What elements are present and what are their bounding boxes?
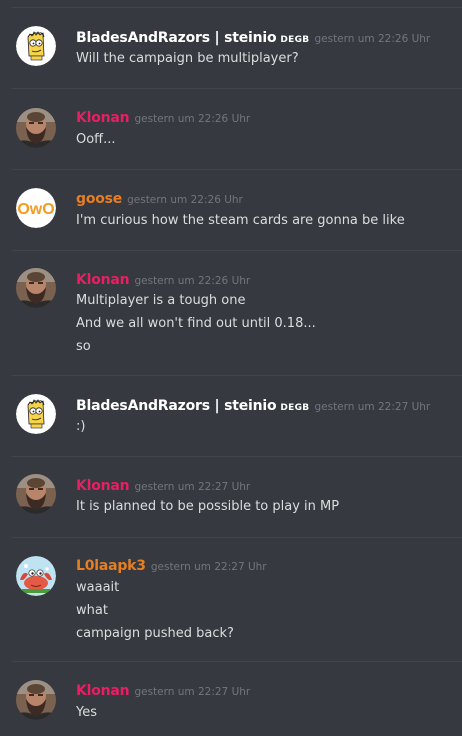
message-header: Klonan gestern um 22:27 Uhr	[76, 681, 250, 701]
message-line: Ooff...	[76, 132, 116, 147]
message-timestamp: gestern um 22:26 Uhr	[127, 194, 243, 206]
message-content: Ooff...	[76, 128, 452, 151]
message-header: BladesAndRazors | steinio DEGB gestern um …	[76, 396, 430, 417]
cartoon-crab-avatar-icon[interactable]	[16, 556, 56, 596]
chat-message-list[interactable]: BladesAndRazors | steinio DEGB gestern um …	[0, 0, 462, 736]
author-tag: DEGB	[280, 403, 310, 413]
message-divider	[12, 88, 462, 89]
owo-face-avatar-icon[interactable]	[16, 188, 56, 228]
message-line: Yes	[76, 705, 97, 720]
message-author[interactable]: Klonan	[76, 110, 130, 126]
message-line: :)	[76, 419, 86, 434]
message-content: It is planned to be possible to play in …	[76, 495, 452, 518]
author-tag: DEGB	[280, 35, 310, 45]
simpson-avatar-icon[interactable]	[16, 394, 56, 434]
message-timestamp: gestern um 22:26 Uhr	[314, 33, 431, 45]
message-line: Will the campaign be multiplayer?	[76, 51, 299, 66]
message-divider	[12, 375, 462, 376]
message-header: Klonan gestern um 22:26 Uhr	[76, 270, 250, 290]
message-content: Multiplayer is a tough one And we all wo…	[76, 289, 452, 358]
bearded-man-avatar-icon[interactable]	[16, 108, 56, 148]
message-line: campaign pushed back?	[76, 626, 234, 641]
message-content: Will the campaign be multiplayer?	[76, 47, 452, 70]
message-content: waaait what campaign pushed back?	[76, 576, 452, 645]
message-header: goose gestern um 22:26 Uhr	[76, 189, 243, 209]
message-header: Klonan gestern um 22:26 Uhr	[76, 108, 250, 128]
message-author[interactable]: Klonan	[76, 478, 130, 494]
message-line: It is planned to be possible to play in …	[76, 499, 340, 514]
message-line: so	[76, 339, 91, 354]
message-timestamp: gestern um 22:27 Uhr	[314, 401, 431, 413]
message-content: :)	[76, 415, 452, 438]
simpson-avatar-icon[interactable]	[16, 26, 56, 66]
message-line: what	[76, 603, 108, 618]
message-timestamp: gestern um 22:27 Uhr	[134, 481, 251, 493]
message-divider	[12, 250, 462, 251]
message-line: I'm curious how the steam cards are gonn…	[76, 213, 405, 228]
message-content: Yes	[76, 701, 452, 724]
message-divider	[12, 537, 462, 538]
message-timestamp: gestern um 22:27 Uhr	[150, 561, 267, 573]
message-header: L0laapk3 gestern um 22:27 Uhr	[76, 556, 267, 576]
message-author[interactable]: L0laapk3	[76, 558, 146, 574]
message-content: I'm curious how the steam cards are gonn…	[76, 209, 452, 232]
message-author[interactable]: BladesAndRazors | steinio	[76, 398, 277, 414]
bearded-man-avatar-icon[interactable]	[16, 268, 56, 308]
message-timestamp: gestern um 22:26 Uhr	[134, 275, 251, 287]
message-author[interactable]: goose	[76, 191, 122, 207]
message-timestamp: gestern um 22:27 Uhr	[134, 686, 251, 698]
message-timestamp: gestern um 22:26 Uhr	[134, 113, 251, 125]
message-divider	[12, 7, 462, 8]
message-header: BladesAndRazors | steinio DEGB gestern um …	[76, 28, 430, 49]
bearded-man-avatar-icon[interactable]	[16, 474, 56, 514]
message-author[interactable]: BladesAndRazors | steinio	[76, 30, 277, 46]
message-author[interactable]: Klonan	[76, 272, 130, 288]
bearded-man-avatar-icon[interactable]	[16, 680, 56, 720]
message-line: Multiplayer is a tough one	[76, 293, 246, 308]
message-divider	[12, 456, 462, 457]
message-divider	[12, 661, 462, 662]
message-line: And we all won't find out until 0.18...	[76, 316, 316, 331]
message-header: Klonan gestern um 22:27 Uhr	[76, 476, 250, 496]
message-line: waaait	[76, 580, 120, 595]
message-author[interactable]: Klonan	[76, 683, 130, 699]
message-divider	[12, 169, 462, 170]
